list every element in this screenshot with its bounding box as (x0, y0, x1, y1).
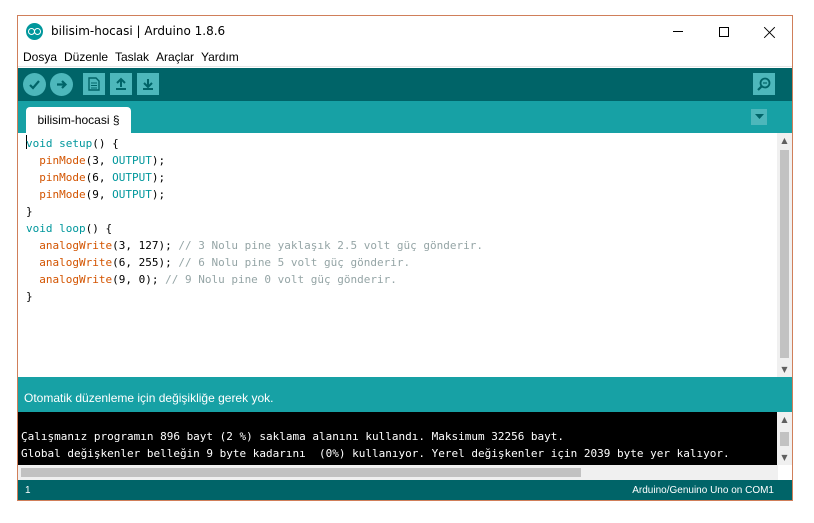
code-token: pinMode (39, 154, 86, 167)
verify-icon (29, 80, 40, 90)
scroll-down-arrow-icon[interactable]: ▼ (777, 450, 792, 465)
code-token: // 6 Nolu pine 5 volt güç gönderir. (178, 256, 411, 269)
code-token: setup (59, 137, 93, 150)
code-token: (3, (85, 154, 113, 167)
code-token: ); (151, 154, 166, 167)
code-line: } (26, 288, 33, 305)
arduino-ide-window: bilisim-hocasi | Arduino 1.8.6 Dosya Düz… (17, 15, 793, 501)
console-scroll-thumb[interactable] (780, 432, 789, 446)
status-message: Otomatik düzenleme için değişikliğe gere… (24, 391, 274, 405)
menu-yardim[interactable]: Yardım (201, 50, 239, 64)
code-line: void loop() { (26, 220, 112, 237)
code-line: void setup() { (26, 135, 119, 152)
save-sketch-button[interactable] (137, 73, 159, 95)
new-sketch-button[interactable] (83, 73, 105, 95)
footer-bar: 1 Arduino/Genuino Uno on COM1 (18, 480, 792, 500)
console-hscroll-thumb[interactable] (21, 468, 581, 477)
status-bar: Otomatik düzenleme için değişikliğe gere… (18, 377, 792, 412)
code-token: analogWrite (39, 273, 113, 286)
toolbar (18, 68, 792, 101)
code-token: ); (151, 171, 166, 184)
code-token: OUTPUT (112, 188, 152, 201)
code-token: loop (59, 222, 86, 235)
code-token: analogWrite (39, 239, 113, 252)
code-token: (3, 127); (112, 239, 179, 252)
code-token: pinMode (39, 171, 86, 184)
console-horizontal-scrollbar[interactable] (18, 465, 778, 480)
console-output[interactable]: Çalışmanız programın 896 bayt (2 %) sakl… (18, 412, 778, 465)
tab-bar: bilisim-hocasi § (18, 101, 792, 133)
code-token: } (26, 205, 33, 218)
serial-monitor-icon (757, 77, 771, 91)
code-line: } (26, 203, 33, 220)
code-token: pinMode (39, 188, 86, 201)
code-token: void (26, 222, 53, 235)
code-token: (6, (85, 171, 113, 184)
code-token: () { (92, 137, 119, 150)
console-line: Çalışmanız programın 896 bayt (2 %) sakl… (21, 430, 565, 443)
code-token: } (26, 290, 33, 303)
code-token: // 3 Nolu pine yaklaşık 2.5 volt güç gön… (178, 239, 483, 252)
upload-icon (57, 80, 68, 89)
code-token: (9, (85, 188, 113, 201)
tab-label: bilisim-hocasi § (37, 113, 120, 127)
menu-araclar[interactable]: Araçlar (156, 50, 194, 64)
close-button[interactable] (747, 16, 792, 47)
code-line: analogWrite(9, 0); // 9 Nolu pine 0 volt… (26, 271, 397, 288)
code-editor[interactable]: void setup() { pinMode(3, OUTPUT); pinMo… (18, 133, 778, 377)
chevron-down-icon (754, 114, 764, 119)
code-token: OUTPUT (112, 154, 152, 167)
console-vertical-scrollbar[interactable]: ▲ ▼ (777, 412, 792, 465)
code-token: ); (151, 188, 166, 201)
editor-scroll-thumb[interactable] (780, 150, 789, 358)
save-icon (143, 79, 153, 90)
menu-dosya[interactable]: Dosya (23, 50, 57, 64)
code-line: analogWrite(3, 127); // 3 Nolu pine yakl… (26, 237, 483, 254)
minimize-icon (673, 31, 683, 32)
code-token: (9, 0); (112, 273, 166, 286)
menu-taslak[interactable]: Taslak (115, 50, 149, 64)
code-token: () { (85, 222, 113, 235)
code-token: // 9 Nolu pine 0 volt güç gönderir. (165, 273, 397, 286)
open-icon (116, 77, 126, 90)
maximize-icon (719, 26, 729, 37)
tab-menu-button[interactable] (751, 109, 767, 125)
serial-monitor-button[interactable] (753, 73, 775, 95)
code-line: pinMode(3, OUTPUT); (26, 152, 165, 169)
code-line: pinMode(9, OUTPUT); (26, 186, 165, 203)
scroll-up-arrow-icon[interactable]: ▲ (777, 412, 792, 427)
board-port-info: Arduino/Genuino Uno on COM1 (632, 485, 774, 496)
upload-button[interactable] (50, 73, 73, 96)
verify-button[interactable] (23, 73, 46, 96)
menu-duzenle[interactable]: Düzenle (64, 50, 108, 64)
close-icon (764, 26, 776, 38)
arduino-logo-icon (26, 23, 43, 40)
code-token: analogWrite (39, 256, 113, 269)
line-number: 1 (25, 485, 31, 496)
scroll-down-arrow-icon[interactable]: ▼ (777, 362, 792, 377)
code-token: void (26, 137, 53, 150)
title-bar: bilisim-hocasi | Arduino 1.8.6 (18, 16, 792, 47)
console-line: Global değişkenler belleğin 9 byte kadar… (21, 447, 730, 460)
code-token: (6, 255); (112, 256, 179, 269)
tab-bilisim-hocasi[interactable]: bilisim-hocasi § (26, 107, 131, 133)
editor-vertical-scrollbar[interactable]: ▲ ▼ (777, 133, 792, 377)
open-sketch-button[interactable] (110, 73, 132, 95)
maximize-button[interactable] (701, 16, 747, 47)
window-title: bilisim-hocasi | Arduino 1.8.6 (51, 24, 226, 38)
minimize-button[interactable] (655, 16, 701, 47)
code-token: OUTPUT (112, 171, 152, 184)
new-icon (88, 77, 100, 91)
scroll-up-arrow-icon[interactable]: ▲ (777, 133, 792, 148)
code-line: pinMode(6, OUTPUT); (26, 169, 165, 186)
menu-bar: Dosya Düzenle Taslak Araçlar Yardım (18, 47, 792, 67)
code-line: analogWrite(6, 255); // 6 Nolu pine 5 vo… (26, 254, 410, 271)
